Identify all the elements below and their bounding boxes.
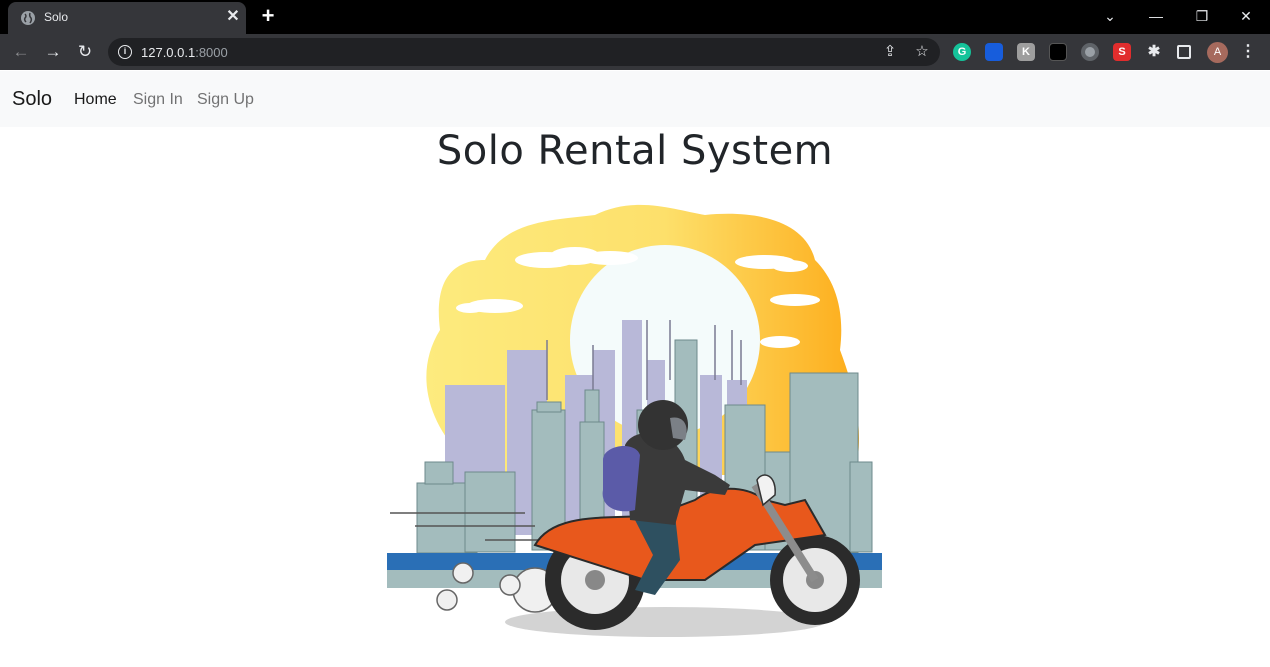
globe-icon bbox=[21, 11, 35, 25]
tab-close-icon[interactable]: ✕ bbox=[224, 8, 242, 26]
browser-menu-icon[interactable]: ⋮ bbox=[1240, 42, 1256, 62]
navbar-brand[interactable]: Solo bbox=[12, 88, 52, 111]
minimize-icon[interactable]: — bbox=[1146, 6, 1166, 26]
browser-toolbar: ← → ↻ i 127.0.0.1:8000 ⇪ ☆ G K S ✱ A ⋮ bbox=[0, 34, 1270, 70]
profile-avatar[interactable]: A bbox=[1207, 42, 1228, 63]
share-icon[interactable]: ⇪ bbox=[880, 42, 900, 62]
url-host: 127.0.0.1 bbox=[141, 45, 196, 60]
side-panel-icon[interactable] bbox=[1177, 45, 1191, 59]
bike-shadow bbox=[505, 607, 825, 637]
extensions-puzzle-icon[interactable]: ✱ bbox=[1145, 43, 1163, 61]
k-extension-icon[interactable]: K bbox=[1017, 43, 1035, 61]
close-window-icon[interactable]: ✕ bbox=[1236, 6, 1256, 26]
browser-tab[interactable]: Solo ✕ bbox=[8, 2, 246, 34]
nav-link-sign-up[interactable]: Sign Up bbox=[197, 91, 254, 109]
forward-icon[interactable]: → bbox=[42, 41, 64, 63]
rider-backpack bbox=[602, 445, 640, 512]
back-icon[interactable]: ← bbox=[10, 41, 32, 63]
bitwarden-icon[interactable] bbox=[985, 43, 1003, 61]
site-navbar: Solo Home Sign In Sign Up bbox=[0, 71, 1270, 127]
reload-icon[interactable]: ↻ bbox=[74, 41, 96, 63]
browser-tab-bar: Solo ✕ + ⌄ — ❐ ✕ bbox=[0, 0, 1270, 34]
url-text[interactable]: 127.0.0.1:8000 bbox=[141, 45, 228, 60]
lock-extension-icon[interactable] bbox=[1049, 43, 1067, 61]
new-tab-icon[interactable]: + bbox=[258, 5, 278, 27]
bookmark-star-icon[interactable]: ☆ bbox=[912, 42, 932, 62]
page-title: Solo Rental System bbox=[436, 128, 834, 174]
site-info-icon[interactable]: i bbox=[118, 45, 132, 59]
nav-link-home[interactable]: Home bbox=[74, 91, 117, 109]
tab-title: Solo bbox=[44, 10, 69, 24]
hero-motorcycle-illustration bbox=[387, 204, 882, 637]
tab-search-icon[interactable]: ⌄ bbox=[1100, 6, 1120, 26]
address-bar[interactable]: i 127.0.0.1:8000 ⇪ ☆ bbox=[108, 38, 940, 66]
restore-icon[interactable]: ❐ bbox=[1192, 6, 1212, 26]
url-port: :8000 bbox=[195, 45, 228, 60]
nav-link-sign-in[interactable]: Sign In bbox=[133, 91, 183, 109]
record-extension-icon[interactable] bbox=[1081, 43, 1099, 61]
s-extension-icon[interactable]: S bbox=[1113, 43, 1131, 61]
grammarly-icon[interactable]: G bbox=[953, 43, 971, 61]
